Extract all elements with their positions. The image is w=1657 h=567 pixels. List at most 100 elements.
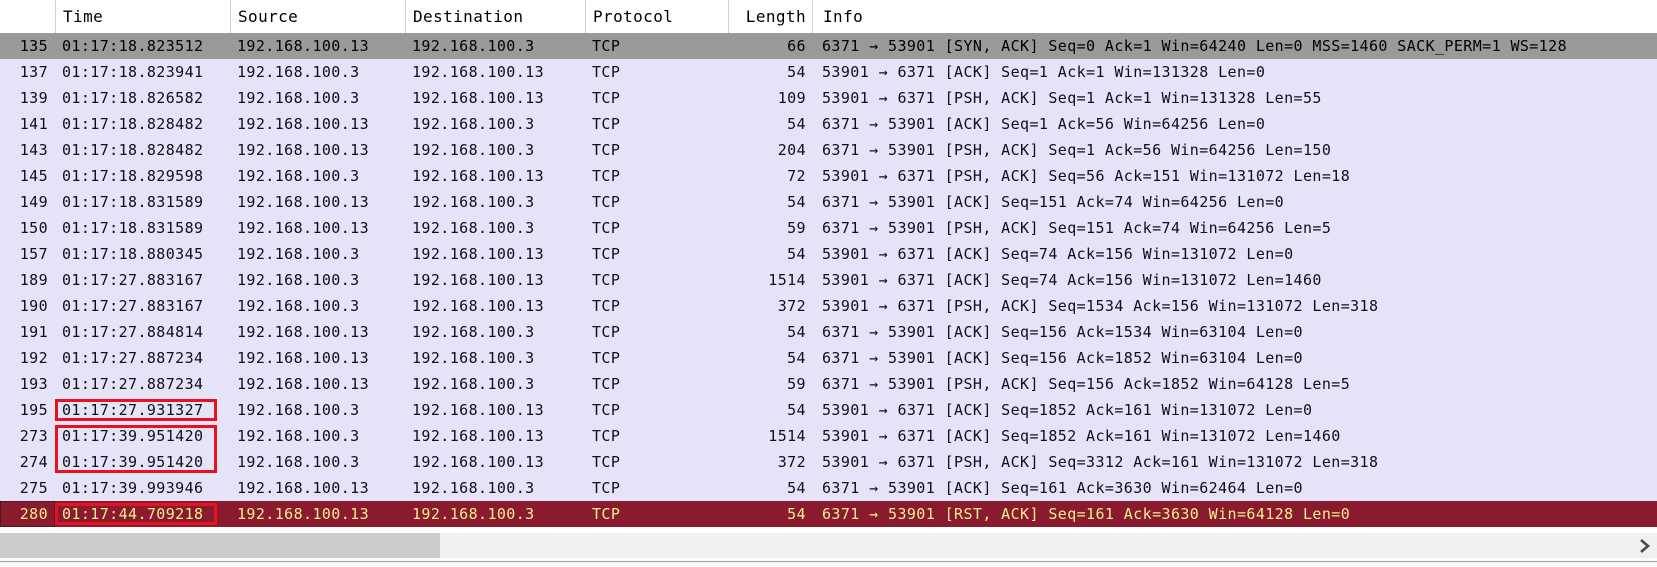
packet-info: 53901 → 6371 [ACK] Seq=1852 Ack=161 Win=… xyxy=(822,427,1341,445)
packet-time: 01:17:18.823941 xyxy=(62,63,204,81)
packet-source: 192.168.100.13 xyxy=(237,219,370,237)
packet-info: 6371 → 53901 [PSH, ACK] Seq=156 Ack=1852… xyxy=(822,375,1351,393)
packet-length: 54 xyxy=(787,401,806,419)
packet-source: 192.168.100.13 xyxy=(237,141,370,159)
horizontal-scrollbar[interactable] xyxy=(0,533,1657,558)
packet-protocol: TCP xyxy=(592,349,621,367)
packet-protocol: TCP xyxy=(592,193,621,211)
column-header-source[interactable]: Source xyxy=(230,0,405,33)
packet-number: 149 xyxy=(19,193,48,211)
packet-list: 135 01:17:18.823512 192.168.100.13 192.1… xyxy=(0,33,1657,527)
packet-row[interactable]: 149 01:17:18.831589 192.168.100.13 192.1… xyxy=(0,189,1657,215)
packet-source: 192.168.100.3 xyxy=(237,401,360,419)
packet-number: 280 xyxy=(0,501,55,527)
packet-destination: 192.168.100.13 xyxy=(412,427,545,445)
packet-number: 157 xyxy=(19,245,48,263)
packet-destination: 192.168.100.13 xyxy=(412,401,545,419)
packet-destination: 192.168.100.13 xyxy=(412,63,545,81)
packet-number: 190 xyxy=(19,297,48,315)
packet-length: 54 xyxy=(787,505,806,523)
column-header-destination[interactable]: Destination xyxy=(405,0,585,33)
packet-source: 192.168.100.13 xyxy=(237,37,370,55)
packet-row[interactable]: 139 01:17:18.826582 192.168.100.3 192.16… xyxy=(0,85,1657,111)
packet-time: 01:17:39.951420 xyxy=(55,423,230,449)
scrollbar-thumb[interactable] xyxy=(0,533,440,558)
packet-row[interactable]: 193 01:17:27.887234 192.168.100.13 192.1… xyxy=(0,371,1657,397)
packet-row[interactable]: 150 01:17:18.831589 192.168.100.13 192.1… xyxy=(0,215,1657,241)
scroll-right-arrow-icon[interactable] xyxy=(1637,538,1651,554)
packet-time: 01:17:18.828482 xyxy=(62,115,204,133)
packet-destination: 192.168.100.3 xyxy=(412,141,535,159)
packet-row[interactable]: 273 01:17:39.951420 192.168.100.3 192.16… xyxy=(0,423,1657,449)
packet-number: 150 xyxy=(19,219,48,237)
packet-time: 01:17:27.931327 xyxy=(55,397,230,423)
packet-protocol: TCP xyxy=(592,479,621,497)
packet-time: 01:17:18.826582 xyxy=(62,89,204,107)
packet-time: 01:17:44.709218 xyxy=(55,501,230,527)
packet-destination: 192.168.100.3 xyxy=(412,193,535,211)
packet-row[interactable]: 157 01:17:18.880345 192.168.100.3 192.16… xyxy=(0,241,1657,267)
packet-source: 192.168.100.3 xyxy=(237,271,360,289)
packet-number: 135 xyxy=(19,37,48,55)
packet-info: 53901 → 6371 [ACK] Seq=74 Ack=156 Win=13… xyxy=(822,271,1322,289)
packet-source: 192.168.100.3 xyxy=(237,167,360,185)
packet-row[interactable]: 280 01:17:44.709218 192.168.100.13 192.1… xyxy=(0,501,1657,527)
packet-row[interactable]: 274 01:17:39.951420 192.168.100.3 192.16… xyxy=(0,449,1657,475)
packet-length: 54 xyxy=(787,479,806,497)
packet-source: 192.168.100.3 xyxy=(237,245,360,263)
packet-row[interactable]: 145 01:17:18.829598 192.168.100.3 192.16… xyxy=(0,163,1657,189)
packet-length: 54 xyxy=(787,245,806,263)
column-header-time[interactable]: Time xyxy=(55,0,230,33)
packet-source: 192.168.100.3 xyxy=(237,89,360,107)
packet-number: 145 xyxy=(19,167,48,185)
packet-row[interactable]: 135 01:17:18.823512 192.168.100.13 192.1… xyxy=(0,33,1657,59)
packet-protocol: TCP xyxy=(592,323,621,341)
packet-protocol: TCP xyxy=(592,141,621,159)
packet-time: 01:17:39.993946 xyxy=(62,479,204,497)
packet-number: 191 xyxy=(19,323,48,341)
packet-row[interactable]: 143 01:17:18.828482 192.168.100.13 192.1… xyxy=(0,137,1657,163)
packet-destination: 192.168.100.3 xyxy=(412,349,535,367)
packet-protocol: TCP xyxy=(592,427,621,445)
packet-destination: 192.168.100.13 xyxy=(412,89,545,107)
packet-number: 189 xyxy=(19,271,48,289)
packet-row[interactable]: 275 01:17:39.993946 192.168.100.13 192.1… xyxy=(0,475,1657,501)
packet-length: 54 xyxy=(787,193,806,211)
packet-destination: 192.168.100.3 xyxy=(412,115,535,133)
packet-time: 01:17:27.883167 xyxy=(62,271,204,289)
packet-list-pane: Time Source Destination Protocol Length … xyxy=(0,0,1657,567)
packet-row[interactable]: 192 01:17:27.887234 192.168.100.13 192.1… xyxy=(0,345,1657,371)
packet-destination: 192.168.100.13 xyxy=(412,297,545,315)
column-header-number[interactable] xyxy=(0,0,55,33)
packet-time: 01:17:18.823512 xyxy=(62,37,204,55)
packet-protocol: TCP xyxy=(592,115,621,133)
column-header-protocol[interactable]: Protocol xyxy=(585,0,728,33)
column-header-info[interactable]: Info xyxy=(812,0,1657,33)
packet-number: 274 xyxy=(19,453,48,471)
packet-number: 143 xyxy=(19,141,48,159)
packet-source: 192.168.100.13 xyxy=(237,375,370,393)
packet-info: 6371 → 53901 [RST, ACK] Seq=161 Ack=3630… xyxy=(822,505,1351,523)
packet-row[interactable]: 137 01:17:18.823941 192.168.100.3 192.16… xyxy=(0,59,1657,85)
packet-number: 273 xyxy=(19,427,48,445)
packet-time: 01:17:18.831589 xyxy=(62,219,204,237)
packet-row[interactable]: 141 01:17:18.828482 192.168.100.13 192.1… xyxy=(0,111,1657,137)
packet-protocol: TCP xyxy=(592,401,621,419)
packet-row[interactable]: 190 01:17:27.883167 192.168.100.3 192.16… xyxy=(0,293,1657,319)
packet-row[interactable]: 189 01:17:27.883167 192.168.100.3 192.16… xyxy=(0,267,1657,293)
packet-source: 192.168.100.3 xyxy=(237,427,360,445)
packet-destination: 192.168.100.13 xyxy=(412,453,545,471)
packet-number: 193 xyxy=(19,375,48,393)
packet-info: 6371 → 53901 [PSH, ACK] Seq=151 Ack=74 W… xyxy=(822,219,1332,237)
packet-row[interactable]: 191 01:17:27.884814 192.168.100.13 192.1… xyxy=(0,319,1657,345)
packet-row[interactable]: 195 01:17:27.931327 192.168.100.3 192.16… xyxy=(0,397,1657,423)
packet-info: 6371 → 53901 [ACK] Seq=151 Ack=74 Win=64… xyxy=(822,193,1285,211)
packet-source: 192.168.100.13 xyxy=(237,505,370,523)
column-header-length[interactable]: Length xyxy=(728,0,812,33)
packet-time: 01:17:27.884814 xyxy=(62,323,204,341)
packet-number: 139 xyxy=(19,89,48,107)
packet-number: 141 xyxy=(19,115,48,133)
packet-source: 192.168.100.3 xyxy=(237,297,360,315)
packet-info: 53901 → 6371 [ACK] Seq=74 Ack=156 Win=13… xyxy=(822,245,1294,263)
packet-number: 192 xyxy=(19,349,48,367)
